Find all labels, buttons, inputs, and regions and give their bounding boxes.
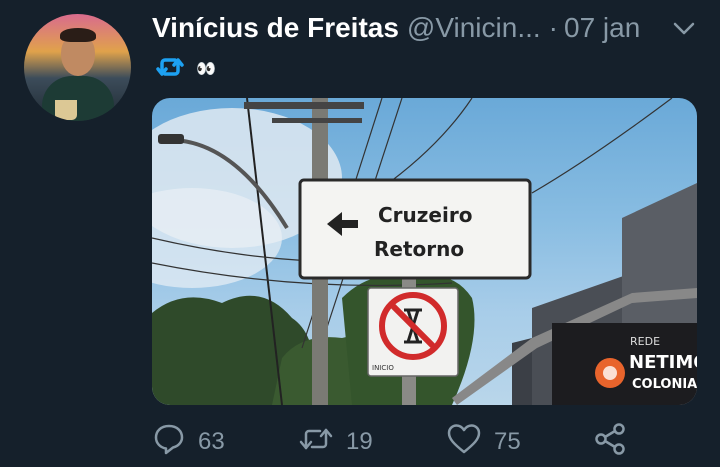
chevron-down-icon[interactable] — [671, 16, 697, 42]
wire — [531, 98, 673, 194]
share-button[interactable] — [592, 422, 628, 462]
heart-icon — [446, 422, 482, 463]
tweet-photo[interactable]: Cruzeiro Retorno INICIO REDE NETIMÓV COL… — [152, 98, 697, 405]
pole-crossarm — [244, 102, 364, 109]
avatar-shirt — [42, 76, 114, 121]
like-count: 75 — [494, 428, 521, 455]
pole-crossarm — [272, 118, 362, 123]
sign-text-line-1: Cruzeiro — [378, 203, 472, 227]
reply-count: 63 — [198, 428, 225, 455]
direction-sign: Cruzeiro Retorno — [298, 178, 532, 280]
tweet-date[interactable]: 07 jan — [564, 12, 640, 44]
storefront-text-1: REDE — [630, 335, 660, 348]
author-name[interactable]: Vinícius de Freitas — [152, 12, 399, 44]
avatar-cup — [55, 100, 77, 120]
eyes-emoji: 👀 — [196, 61, 216, 78]
header-separator: · — [548, 12, 558, 43]
no-parking-sign: INICIO — [367, 287, 459, 377]
retweet-icon — [154, 51, 186, 88]
tweet-actions: 63 19 75 — [152, 422, 697, 462]
share-icon — [592, 422, 628, 463]
retweet-count: 19 — [346, 428, 373, 455]
like-button[interactable]: 75 — [446, 422, 521, 462]
sign-text-line-2: Retorno — [374, 237, 464, 261]
storefront-text-2: NETIMÓV — [629, 351, 697, 373]
tweet-header: Vinícius de Freitas @Vinicin... · 07 jan — [152, 8, 697, 48]
avatar-hair — [60, 28, 96, 42]
retweet-icon — [298, 422, 334, 463]
storefront-text-3: COLONIAL — [632, 377, 697, 392]
author-handle[interactable]: @Vinicin... — [407, 12, 541, 44]
reply-button[interactable]: 63 — [152, 422, 225, 462]
sign-small-label: INICIO — [372, 364, 394, 372]
reply-icon — [152, 422, 186, 463]
author-avatar[interactable] — [24, 14, 131, 121]
tweet-text: 👀 — [154, 51, 216, 88]
lamp-head — [158, 134, 184, 144]
retweet-button[interactable]: 19 — [298, 422, 373, 462]
